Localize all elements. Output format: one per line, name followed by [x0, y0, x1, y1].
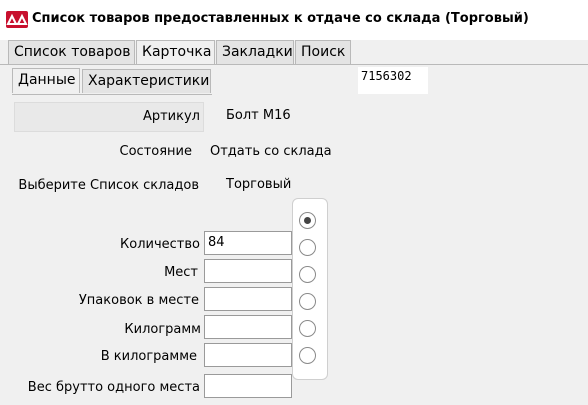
article-value: Болт М16 [226, 108, 291, 123]
quantity-field[interactable]: 84 [204, 231, 292, 255]
tab-label: Список товаров [14, 44, 131, 60]
per-kilogram-field[interactable] [204, 343, 292, 367]
gross-weight-label: Вес брутто одного места [27, 380, 200, 395]
kilograms-field[interactable] [204, 315, 292, 339]
warehouse-value: Торговый [226, 177, 292, 192]
radio-option[interactable] [299, 347, 316, 364]
tab-search[interactable]: Поиск [295, 40, 351, 64]
kilograms-label: Килограмм [124, 322, 201, 337]
per-kilogram-label: В килограмме [100, 349, 197, 364]
tab-label: Поиск [301, 44, 346, 60]
tab-label: Закладки [222, 44, 293, 60]
subtab-label: Данные [18, 72, 76, 88]
item-code: 7156302 [358, 67, 428, 94]
places-field[interactable] [204, 259, 292, 283]
state-value: Отдать со склада [210, 144, 332, 159]
subtab-characteristics[interactable]: Характеристики [82, 69, 211, 93]
app-logo-icon [6, 11, 28, 28]
tab-product-list[interactable]: Список товаров [8, 40, 135, 64]
quantity-label: Количество [120, 237, 200, 252]
article-label: Артикул [142, 109, 200, 124]
tab-bookmarks[interactable]: Закладки [216, 40, 294, 64]
radio-option[interactable] [299, 239, 316, 256]
subtab-data[interactable]: Данные [12, 68, 80, 93]
tab-card[interactable]: Карточка [136, 40, 215, 65]
subtab-divider [12, 94, 212, 95]
tab-divider [0, 64, 588, 65]
subtab-label: Характеристики [88, 73, 210, 89]
gross-weight-field[interactable] [204, 374, 292, 398]
window-title: Список товаров предоставленных к отдаче … [32, 11, 529, 26]
radio-option[interactable] [299, 212, 316, 229]
radio-option[interactable] [299, 320, 316, 337]
packs-per-place-label: Упаковок в месте [78, 293, 199, 308]
radio-option[interactable] [299, 293, 316, 310]
places-label: Мест [164, 265, 198, 280]
state-label: Состояние [119, 144, 192, 159]
packs-per-place-field[interactable] [204, 287, 292, 311]
warehouse-label: Выберите Список складов [18, 178, 199, 193]
tab-label: Карточка [142, 44, 212, 60]
title-bar: Список товаров предоставленных к отдаче … [0, 0, 588, 40]
radio-option[interactable] [299, 266, 316, 283]
